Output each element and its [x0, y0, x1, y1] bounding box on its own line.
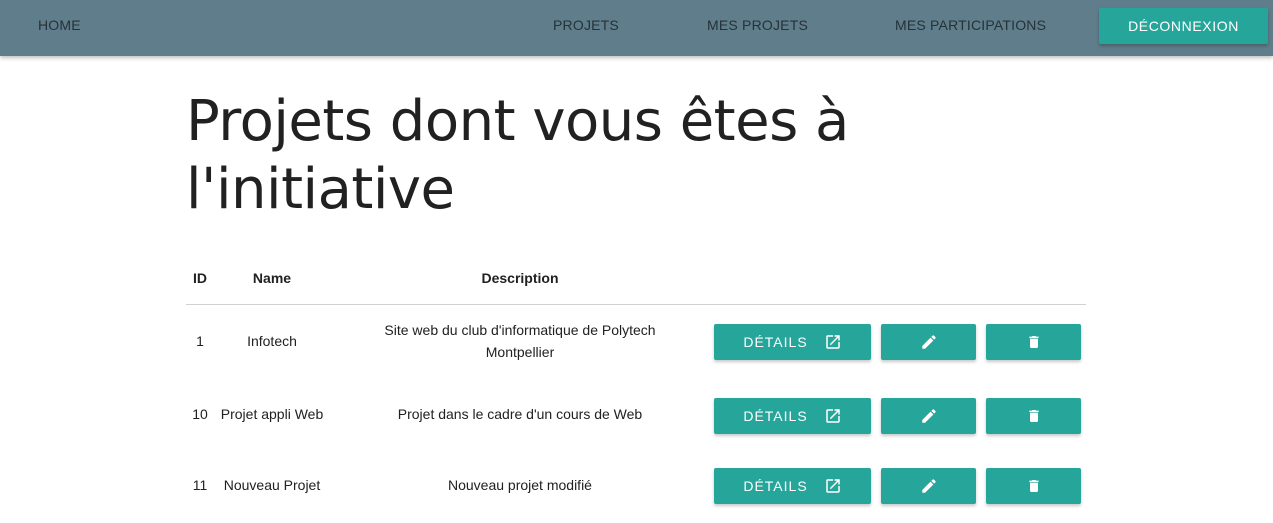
details-label: DÉTAILS	[743, 334, 808, 350]
cell-description: Site web du club d'informatique de Polyt…	[384, 322, 656, 360]
header-description: Description	[481, 270, 559, 286]
delete-button[interactable]	[986, 324, 1081, 360]
open-in-new-icon	[824, 333, 842, 351]
cell-id: 11	[192, 477, 208, 493]
navbar: HOME PROJETS MES PROJETS MES PARTICIPATI…	[0, 0, 1273, 56]
pencil-icon	[920, 477, 938, 495]
nav-my-participations-link[interactable]: MES PARTICIPATIONS	[895, 0, 1046, 50]
logout-button[interactable]: DÉCONNEXION	[1099, 8, 1268, 44]
pencil-icon	[920, 333, 938, 351]
projects-table: ID Name Description 1 Infotech Site web du…	[186, 255, 1086, 504]
trash-icon	[1026, 333, 1042, 351]
nav-home-link[interactable]: HOME	[38, 0, 81, 50]
trash-icon	[1026, 407, 1042, 425]
details-label: DÉTAILS	[743, 478, 808, 494]
delete-button[interactable]	[986, 468, 1081, 504]
details-label: DÉTAILS	[743, 408, 808, 424]
cell-description: Nouveau projet modifié	[448, 477, 592, 493]
edit-button[interactable]	[881, 468, 976, 504]
cell-description: Projet dans le cadre d'un cours de Web	[397, 406, 643, 422]
delete-button[interactable]	[986, 398, 1081, 434]
table-row: 10 Projet appli Web Projet dans le cadre d…	[186, 377, 1086, 451]
open-in-new-icon	[824, 477, 842, 495]
page-title: Projets dont vous êtes à l'initiative	[186, 89, 849, 222]
trash-icon	[1026, 477, 1042, 495]
details-button[interactable]: DÉTAILS	[714, 324, 871, 360]
cell-id: 1	[196, 333, 204, 349]
table-header: ID Name Description	[186, 255, 1086, 305]
edit-button[interactable]	[881, 398, 976, 434]
table-row: 1 Infotech Site web du club d'informatique…	[186, 305, 1086, 377]
edit-button[interactable]	[881, 324, 976, 360]
details-button[interactable]: DÉTAILS	[714, 398, 871, 434]
header-id: ID	[193, 270, 207, 286]
details-button[interactable]: DÉTAILS	[714, 468, 871, 504]
pencil-icon	[920, 407, 938, 425]
nav-projects-link[interactable]: PROJETS	[553, 0, 619, 50]
open-in-new-icon	[824, 407, 842, 425]
cell-name: Infotech	[247, 333, 297, 349]
header-name: Name	[252, 270, 292, 286]
table-row: 11 Nouveau Projet Nouveau projet modifié DÉ…	[186, 451, 1086, 519]
cell-name: Nouveau Projet	[223, 477, 321, 493]
cell-id: 10	[192, 406, 208, 422]
cell-name: Projet appli Web	[220, 406, 324, 422]
nav-my-projects-link[interactable]: MES PROJETS	[707, 0, 808, 50]
